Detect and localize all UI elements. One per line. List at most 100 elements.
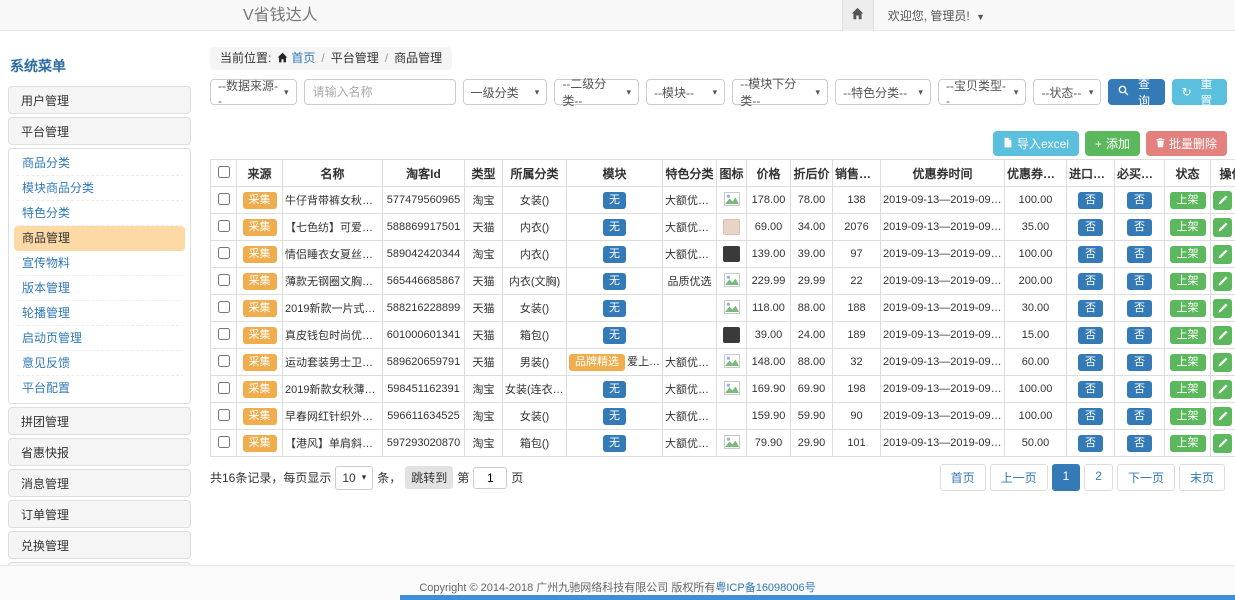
row-checkbox[interactable] [218, 436, 230, 448]
sidebar-item-意见反馈[interactable]: 意见反馈 [14, 351, 185, 376]
search-button[interactable]: 查询 [1108, 79, 1164, 105]
status-toggle[interactable]: 上架 [1170, 246, 1206, 263]
page-button-1[interactable]: 1 [1052, 464, 1081, 491]
must-buy-toggle[interactable]: 否 [1127, 435, 1152, 452]
sidebar-item-模块商品分类[interactable]: 模块商品分类 [14, 176, 185, 201]
edit-button[interactable] [1213, 407, 1232, 426]
filter-select-module[interactable]: --模块--▾ [646, 79, 725, 105]
status-toggle[interactable]: 上架 [1170, 300, 1206, 317]
must-buy-toggle[interactable]: 否 [1127, 246, 1152, 263]
edit-button[interactable] [1213, 218, 1232, 237]
filter-select-feature-category[interactable]: --特色分类--▾ [835, 79, 931, 105]
imported-toggle[interactable]: 否 [1078, 246, 1103, 263]
status-toggle[interactable]: 上架 [1170, 192, 1206, 209]
status-toggle[interactable]: 上架 [1170, 219, 1206, 236]
status-toggle[interactable]: 上架 [1170, 381, 1206, 398]
page-button-2[interactable]: 2 [1084, 464, 1113, 491]
sidebar-group-拼团管理[interactable]: 拼团管理 [8, 407, 191, 435]
jump-button[interactable]: 跳转到 [405, 466, 453, 489]
sidebar-item-版本管理[interactable]: 版本管理 [14, 276, 185, 301]
coupon-time-cell: 2019-09-13—2019-09-20 [881, 241, 1005, 268]
page-number-input[interactable] [473, 467, 507, 489]
edit-button[interactable] [1213, 326, 1232, 345]
row-checkbox[interactable] [218, 355, 230, 367]
add-button[interactable]: + 添加 [1085, 131, 1140, 156]
page-button-下一页[interactable]: 下一页 [1117, 464, 1175, 491]
sidebar-group-订单管理[interactable]: 订单管理 [8, 500, 191, 528]
edit-button[interactable] [1213, 380, 1232, 399]
category-cell: 内衣() [503, 214, 567, 241]
imported-toggle[interactable]: 否 [1078, 327, 1103, 344]
edit-button[interactable] [1213, 272, 1232, 291]
user-menu[interactable]: 欢迎您, 管理员! ▼ [888, 7, 985, 24]
row-checkbox[interactable] [218, 220, 230, 232]
row-checkbox[interactable] [218, 193, 230, 205]
sidebar-group-兑换管理[interactable]: 兑换管理 [8, 531, 191, 559]
row-checkbox[interactable] [218, 328, 230, 340]
import-excel-button[interactable]: 导入excel [993, 131, 1079, 156]
status-toggle[interactable]: 上架 [1170, 354, 1206, 371]
imported-toggle[interactable]: 否 [1078, 219, 1103, 236]
status-toggle[interactable]: 上架 [1170, 273, 1206, 290]
edit-button[interactable] [1213, 299, 1232, 318]
filter-select-item-type[interactable]: --宝贝类型--▾ [938, 79, 1026, 105]
sidebar-group-消息管理[interactable]: 消息管理 [8, 469, 191, 497]
sidebar-group-平台管理[interactable]: 平台管理 [8, 117, 191, 145]
must-buy-toggle[interactable]: 否 [1127, 273, 1152, 290]
module-badge: 无 [603, 300, 626, 317]
sidebar-item-商品管理[interactable]: 商品管理 [14, 226, 185, 251]
imported-toggle[interactable]: 否 [1078, 273, 1103, 290]
sidebar-group-用户管理[interactable]: 用户管理 [8, 86, 191, 114]
row-checkbox[interactable] [218, 301, 230, 313]
filter-select-data-source[interactable]: --数据来源--▾ [210, 79, 297, 105]
breadcrumb-item-platform[interactable]: 平台管理 [331, 51, 379, 65]
imported-toggle[interactable]: 否 [1078, 381, 1103, 398]
sidebar-item-平台配置[interactable]: 平台配置 [14, 376, 185, 401]
edit-button[interactable] [1213, 245, 1232, 264]
page-button-首页[interactable]: 首页 [940, 464, 986, 491]
row-checkbox[interactable] [218, 382, 230, 394]
breadcrumb-home-link[interactable]: 首页 [291, 51, 315, 65]
sidebar-item-宣传物料[interactable]: 宣传物料 [14, 251, 185, 276]
home-button[interactable] [842, 0, 874, 31]
batch-delete-button[interactable]: 批量删除 [1146, 131, 1227, 156]
sidebar-item-启动页管理[interactable]: 启动页管理 [14, 326, 185, 351]
status-toggle[interactable]: 上架 [1170, 435, 1206, 452]
imported-toggle[interactable]: 否 [1078, 435, 1103, 452]
must-buy-toggle[interactable]: 否 [1127, 354, 1152, 371]
sidebar-item-商品分类[interactable]: 商品分类 [14, 151, 185, 176]
breadcrumb-item-goods[interactable]: 商品管理 [394, 51, 442, 65]
sidebar-group-省惠快报[interactable]: 省惠快报 [8, 438, 191, 466]
filter-select-level2-category[interactable]: --二级分类--▾ [554, 79, 639, 105]
icp-link[interactable]: 粤ICP备16098006号 [715, 582, 815, 594]
reset-button[interactable]: ↻ 重置 [1172, 79, 1227, 105]
must-buy-toggle[interactable]: 否 [1127, 219, 1152, 236]
status-toggle[interactable]: 上架 [1170, 408, 1206, 425]
edit-button[interactable] [1213, 434, 1232, 453]
filter-name-input[interactable] [304, 79, 456, 105]
row-checkbox[interactable] [218, 409, 230, 421]
imported-toggle[interactable]: 否 [1078, 354, 1103, 371]
filter-select-module-subcategory[interactable]: --模块下分类--▾ [732, 79, 828, 105]
edit-button[interactable] [1213, 191, 1232, 210]
filter-select-level1-category[interactable]: 一级分类▾ [463, 79, 548, 105]
select-all-checkbox[interactable] [218, 166, 230, 178]
imported-toggle[interactable]: 否 [1078, 408, 1103, 425]
imported-toggle[interactable]: 否 [1078, 192, 1103, 209]
status-toggle[interactable]: 上架 [1170, 327, 1206, 344]
imported-toggle[interactable]: 否 [1078, 300, 1103, 317]
must-buy-toggle[interactable]: 否 [1127, 408, 1152, 425]
must-buy-toggle[interactable]: 否 [1127, 192, 1152, 209]
edit-button[interactable] [1213, 353, 1232, 372]
page-button-末页[interactable]: 末页 [1179, 464, 1225, 491]
must-buy-toggle[interactable]: 否 [1127, 381, 1152, 398]
sidebar-item-轮播管理[interactable]: 轮播管理 [14, 301, 185, 326]
page-button-上一页[interactable]: 上一页 [990, 464, 1048, 491]
sidebar-item-特色分类[interactable]: 特色分类 [14, 201, 185, 226]
row-checkbox[interactable] [218, 274, 230, 286]
must-buy-toggle[interactable]: 否 [1127, 327, 1152, 344]
row-checkbox[interactable] [218, 247, 230, 259]
per-page-select[interactable]: 10 ▾ [335, 466, 373, 490]
must-buy-toggle[interactable]: 否 [1127, 300, 1152, 317]
filter-select-status[interactable]: --状态--▾ [1033, 79, 1101, 105]
